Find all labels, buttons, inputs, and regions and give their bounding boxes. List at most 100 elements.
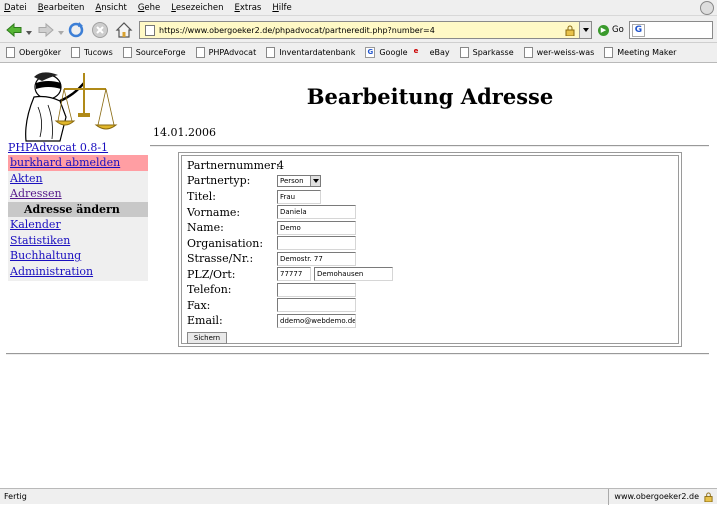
titel-field[interactable]: Frau (277, 189, 321, 204)
sidebar-item-akten[interactable]: Akten (8, 171, 148, 187)
row-vorname: Vorname: Daniela (187, 205, 356, 220)
partnertyp-selected: Person (280, 176, 304, 185)
plzort-label: PLZ/Ort: (187, 267, 236, 281)
bookmark-wer-weiss-was[interactable]: wer-weiss-was (523, 47, 594, 58)
go-button[interactable]: ▶ Go (598, 23, 624, 37)
search-input[interactable]: G (629, 21, 713, 39)
save-button[interactable]: Sichern (187, 332, 227, 344)
row-plz-ort: PLZ/Ort: 77777 Demohausen (187, 267, 393, 282)
bookmark-meeting-maker[interactable]: Meeting Maker (604, 47, 676, 58)
row-telefon: Telefon: (187, 282, 356, 297)
bookmark-sourceforge[interactable]: SourceForge (122, 47, 186, 58)
email-field[interactable]: ddemo@webdemo.de (277, 313, 356, 328)
navigation-toolbar: https://www.obergoeker2.de/phpadvocat/pa… (0, 16, 717, 43)
telefon-field[interactable] (277, 282, 356, 297)
stop-button[interactable] (91, 21, 109, 39)
status-host: www.obergoeker2.de (608, 488, 717, 505)
bookmark-ebay[interactable]: e eBay (414, 47, 450, 58)
sidebar-item-adresse-aendern: Adresse ändern (8, 201, 148, 217)
reload-button[interactable] (67, 21, 85, 39)
bookmark-phpadvocat[interactable]: PHPAdvocat (195, 47, 256, 58)
page-icon (195, 47, 205, 58)
row-fax: Fax: (187, 298, 356, 313)
lock-icon (565, 25, 575, 36)
row-partnertyp: Partnertyp: Person (187, 173, 321, 188)
organisation-label: Organisation: (187, 236, 264, 250)
name-field[interactable]: Demo (277, 220, 356, 235)
bookmark-inventardatenbank[interactable]: Inventardatenbank (266, 47, 355, 58)
justitia-logo (20, 71, 120, 143)
google-icon: G (632, 23, 645, 37)
ort-field[interactable]: Demohausen (314, 267, 393, 281)
page-icon (604, 47, 614, 58)
google-icon: G (365, 47, 376, 58)
chevron-down-icon (58, 31, 64, 35)
bookmark-google[interactable]: G Google (365, 47, 408, 58)
lock-icon[interactable] (704, 492, 713, 502)
page-icon (122, 47, 132, 58)
ebay-icon: e (413, 47, 419, 55)
vorname-field[interactable]: Daniela (277, 205, 356, 219)
page-title: Bearbeitung Adresse (306, 84, 554, 109)
sidebar-item-administration[interactable]: Administration (8, 264, 148, 280)
menu-extras[interactable]: Extras (234, 3, 261, 13)
titel-label: Titel: (187, 190, 217, 203)
forward-button[interactable] (37, 21, 55, 39)
row-strasse: Strasse/Nr.: Demostr. 77 (187, 251, 356, 266)
partnertyp-select[interactable]: Person (277, 174, 321, 187)
sidebar-item-adressen[interactable]: Adressen (8, 186, 148, 202)
name-label: Name: (187, 221, 224, 234)
plz-field[interactable]: 77777 (277, 267, 311, 281)
address-form: Partnernummer: 4 Partnertyp: Person Tite… (178, 152, 682, 347)
url-text[interactable]: https://www.obergoeker2.de/phpadvocat/pa… (159, 26, 565, 35)
sidebar-item-statistiken[interactable]: Statistiken (8, 233, 148, 249)
telefon-label: Telefon: (187, 283, 232, 296)
page-icon (145, 24, 155, 36)
home-button[interactable] (115, 21, 133, 39)
menu-gehe[interactable]: Gehe (138, 3, 160, 13)
back-arrow-icon (6, 22, 22, 38)
home-icon (115, 22, 133, 38)
menu-hilfe[interactable]: Hilfe (272, 3, 291, 13)
row-titel: Titel: Frau (187, 189, 321, 204)
go-label: Go (612, 25, 624, 35)
email-label: Email: (187, 314, 223, 327)
sidebar-item-kalender[interactable]: Kalender (8, 217, 148, 233)
app-version-link[interactable]: PHPAdvocat 0.8-1 (8, 141, 108, 154)
sidebar-nav: burkhard abmelden Akten Adressen Adresse… (8, 155, 148, 281)
menu-ansicht[interactable]: Ansicht (95, 3, 126, 13)
forward-history-dropdown[interactable] (58, 28, 64, 35)
fax-field[interactable] (277, 298, 356, 312)
forward-arrow-icon (38, 22, 54, 38)
menu-datei[interactable]: Datei (4, 3, 27, 13)
bookmark-tucows[interactable]: Tucows (70, 47, 113, 58)
status-bar: Fertig www.obergoeker2.de (0, 488, 717, 505)
organisation-field[interactable] (277, 236, 356, 250)
divider-top (150, 145, 709, 147)
menu-lesezeichen[interactable]: Lesezeichen (171, 3, 223, 13)
partnertyp-label: Partnertyp: (187, 174, 251, 187)
address-form-table: Partnernummer: 4 Partnertyp: Person Tite… (181, 155, 679, 344)
strasse-field[interactable]: Demostr. 77 (277, 251, 356, 266)
divider-bottom (6, 353, 709, 355)
url-history-dropdown[interactable] (579, 22, 591, 38)
menu-bearbeiten[interactable]: Bearbeiten (38, 3, 85, 13)
current-date: 14.01.2006 (153, 126, 216, 139)
page-icon (459, 47, 469, 58)
vorname-label: Vorname: (187, 205, 241, 219)
url-bar[interactable]: https://www.obergoeker2.de/phpadvocat/pa… (139, 21, 592, 39)
bookmark-sparkasse[interactable]: Sparkasse (459, 47, 514, 58)
chevron-down-icon (310, 175, 320, 186)
back-history-dropdown[interactable] (26, 28, 32, 35)
partnernummer-value: 4 (277, 159, 284, 172)
reload-icon (68, 22, 84, 38)
status-host-text: www.obergoeker2.de (614, 492, 699, 501)
bookmark-obergoeker[interactable]: Obergöker (6, 47, 61, 58)
status-text: Fertig (4, 492, 27, 501)
row-email: Email: ddemo@webdemo.de (187, 313, 356, 328)
sidebar-item-logout[interactable]: burkhard abmelden (8, 155, 148, 171)
row-partnernummer: Partnernummer: 4 (187, 158, 284, 173)
sidebar-item-buchhaltung[interactable]: Buchhaltung (8, 248, 148, 264)
bookmarks-toolbar: Obergöker Tucows SourceForge PHPAdvocat … (0, 43, 717, 63)
back-button[interactable] (5, 21, 23, 39)
